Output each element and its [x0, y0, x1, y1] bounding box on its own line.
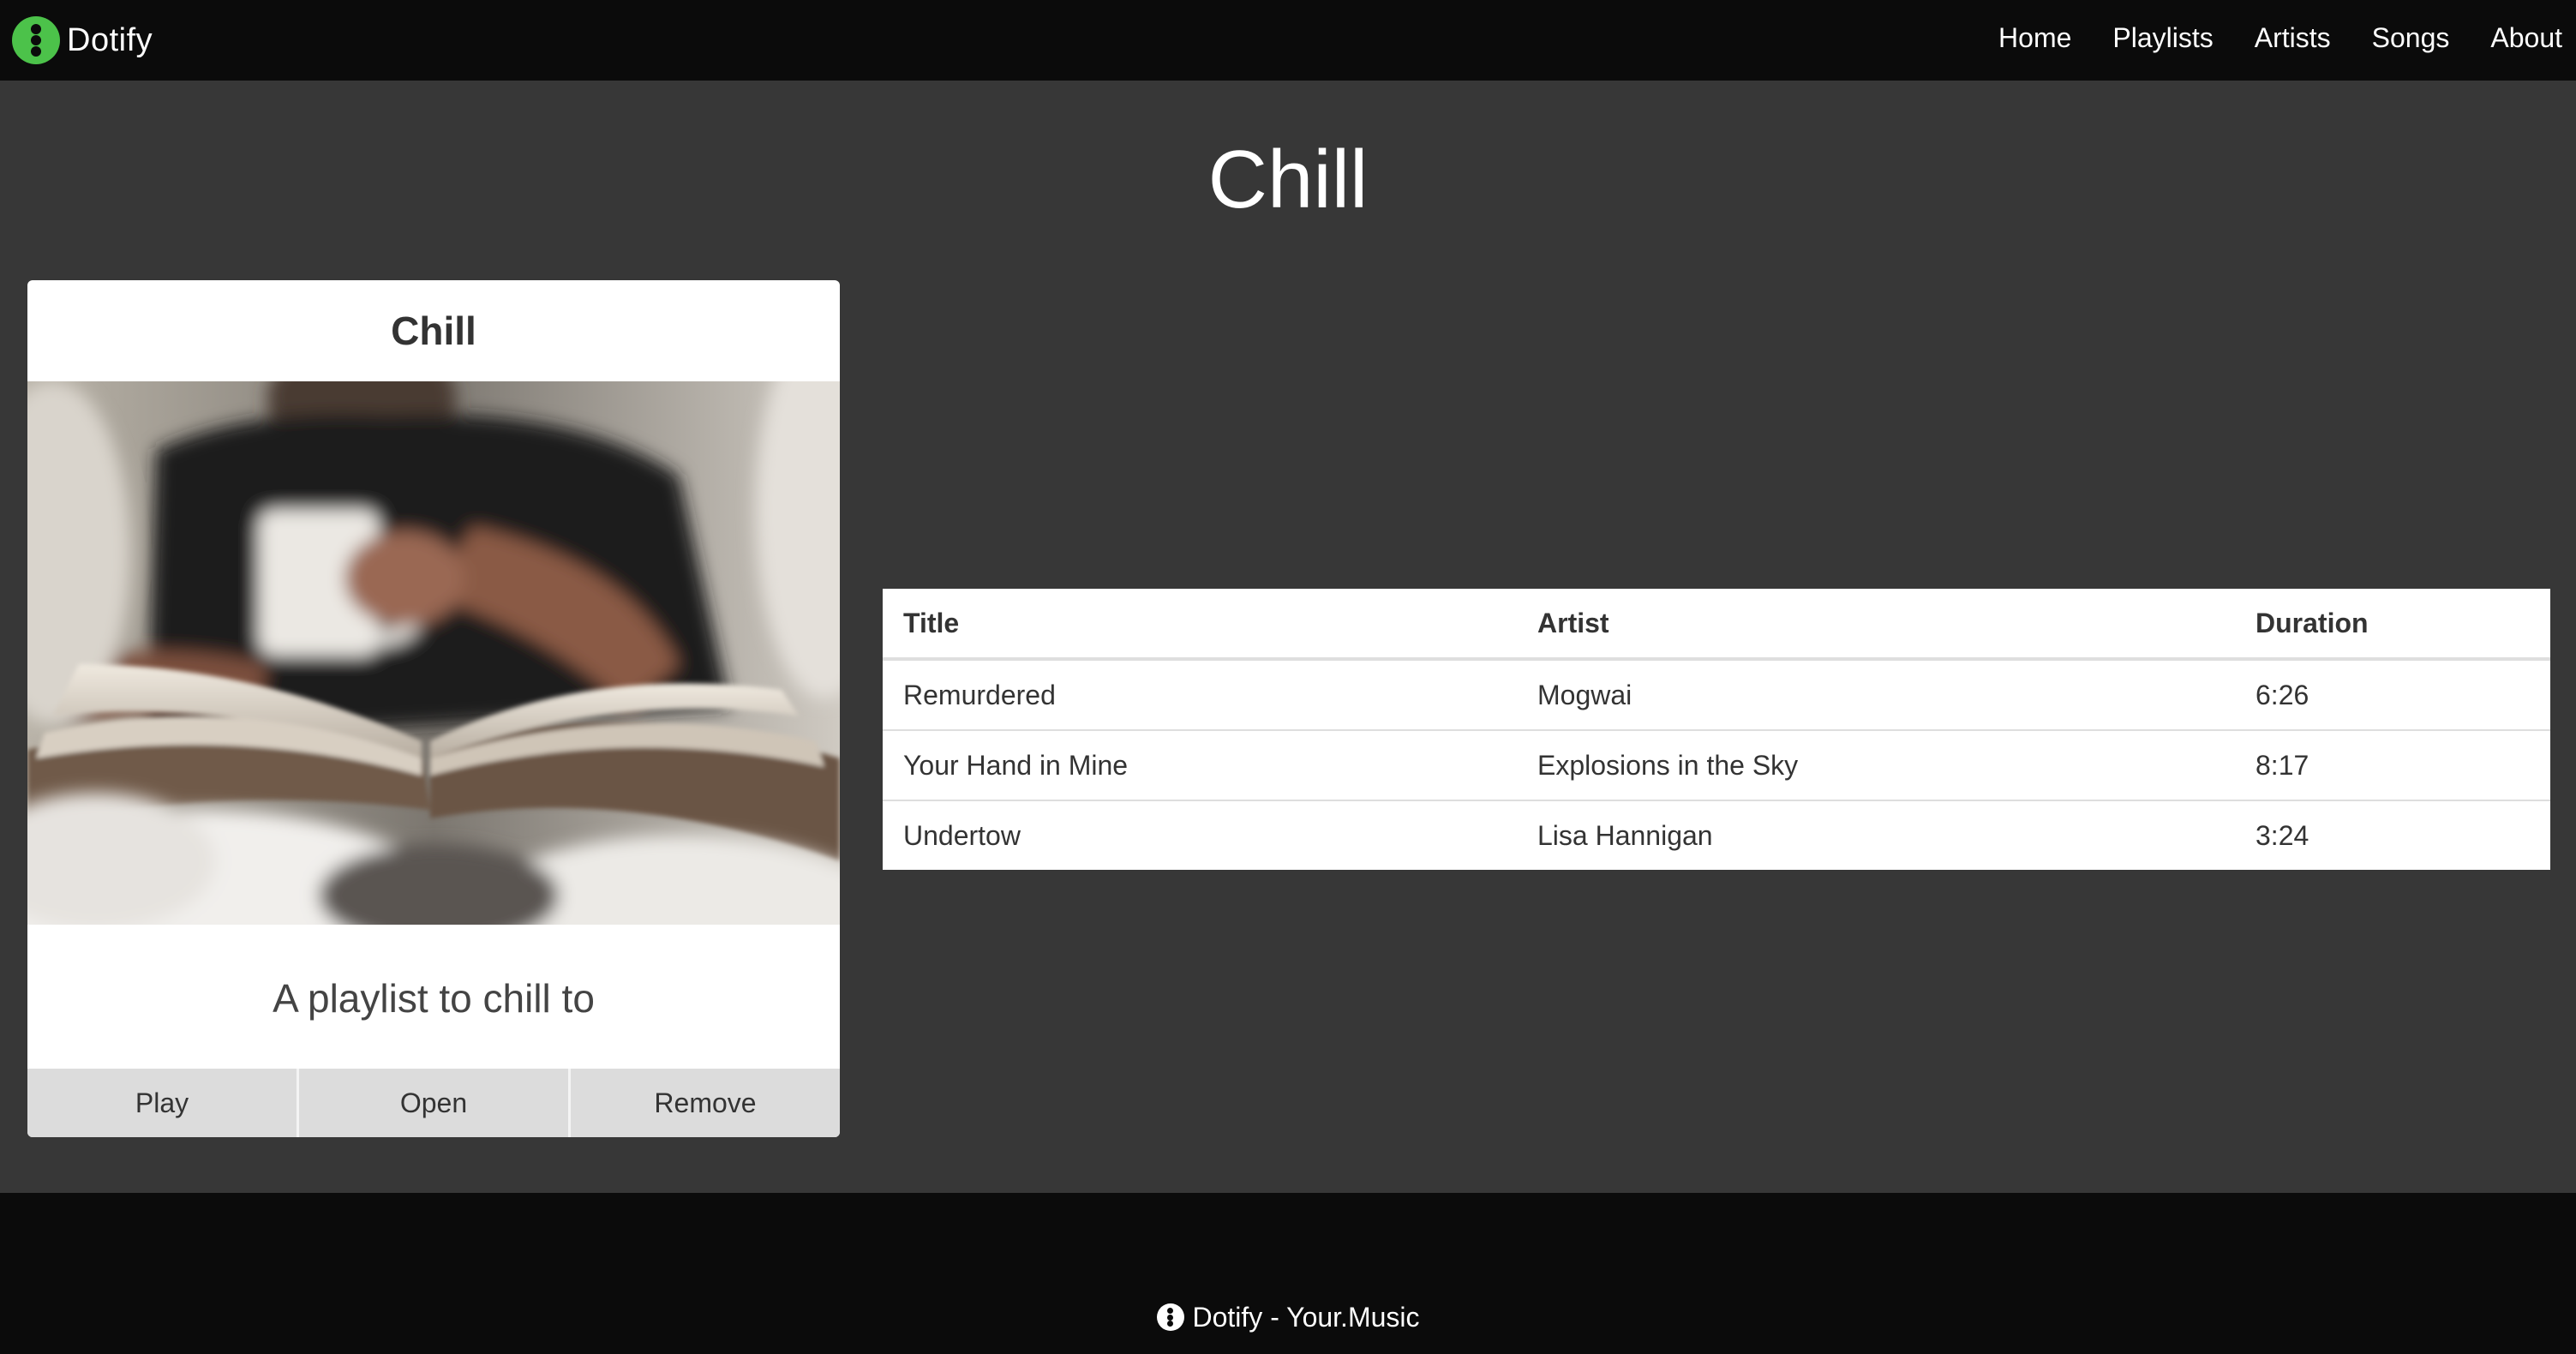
song-duration-cell: 8:17: [2235, 729, 2550, 800]
play-button[interactable]: Play: [27, 1069, 299, 1137]
dotify-logo-icon: [1156, 1303, 1184, 1331]
page-title: Chill: [1207, 134, 1369, 225]
playlist-card-actions: Play Open Remove: [27, 1069, 840, 1137]
playlist-card: Chill A playlist to chill to Play Open R…: [27, 280, 840, 1137]
table-row[interactable]: Remurdered Mogwai 6:26: [883, 659, 2550, 730]
song-duration-cell: 6:26: [2255, 679, 2309, 710]
song-title-cell: Remurdered: [903, 679, 1056, 710]
song-artist-cell: Lisa Hannigan: [1517, 800, 2235, 870]
playlist-description: A playlist to chill to: [273, 976, 595, 1021]
playlist-cover-image: [27, 381, 840, 925]
table-row[interactable]: Undertow Lisa Hannigan 3:24: [883, 800, 2550, 870]
nav-link-playlists[interactable]: Playlists: [2112, 22, 2213, 54]
remove-button[interactable]: Remove: [571, 1069, 840, 1137]
nav-link-artists[interactable]: Artists: [2255, 22, 2331, 54]
song-title-cell: Your Hand in Mine: [883, 729, 1517, 800]
column-header-artist[interactable]: Artist: [1517, 589, 2235, 661]
nav-link-home[interactable]: Home: [1998, 22, 2071, 54]
songs-table: Title Artist Duration Remurdered Mogwai …: [883, 589, 2550, 870]
column-header-title[interactable]: Title: [883, 589, 1517, 661]
playlist-card-title: Chill: [391, 309, 476, 353]
open-button[interactable]: Open: [299, 1069, 571, 1137]
song-duration-cell: 3:24: [2235, 800, 2550, 870]
nav-link-songs[interactable]: Songs: [2372, 22, 2450, 54]
table-row[interactable]: Your Hand in Mine Explosions in the Sky …: [883, 729, 2550, 800]
song-title-cell: Undertow: [883, 800, 1517, 870]
nav-links: Home Playlists Artists Songs About: [1957, 0, 2562, 75]
brand-name: Dotify: [67, 21, 153, 58]
song-artist-cell: Mogwai: [1537, 679, 1632, 710]
footer-brand: Dotify - Your.Music: [0, 1296, 2576, 1339]
column-header-duration[interactable]: Duration: [2235, 589, 2550, 661]
top-navbar: Dotify Home Playlists Artists Songs Abou…: [0, 0, 2576, 81]
dotify-logo-icon: [12, 16, 60, 64]
table-header-row: Title Artist Duration: [883, 589, 2550, 661]
footer-text: Dotify - Your.Music: [1192, 1302, 1420, 1333]
nav-link-about[interactable]: About: [2490, 22, 2562, 54]
song-artist-cell: Explosions in the Sky: [1517, 729, 2235, 800]
brand-home-link[interactable]: Dotify: [12, 10, 153, 70]
